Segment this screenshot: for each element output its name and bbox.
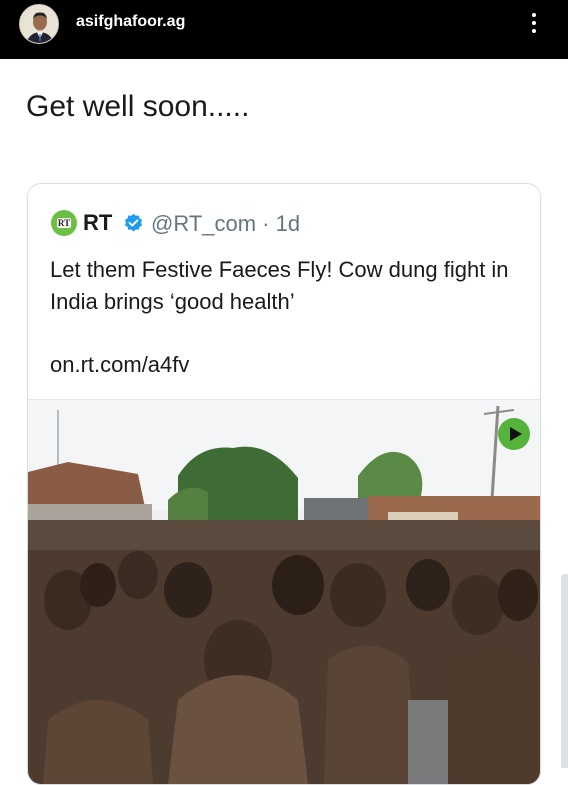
tweet-author-name[interactable]: RT (83, 210, 112, 236)
tweet-video-thumbnail[interactable] (28, 400, 540, 784)
tweet-text: Let them Festive Faeces Fly! Cow dung fi… (50, 257, 509, 314)
embedded-tweet-card[interactable]: RT RT @RT_com · 1d Let them Festive Faec… (27, 183, 541, 785)
post-username[interactable]: asifghafoor.ag (76, 13, 185, 31)
tweet-handle-time[interactable]: @RT_com · 1d (151, 211, 300, 237)
more-vertical-icon[interactable] (526, 10, 542, 38)
rt-logo-icon[interactable]: RT (51, 210, 77, 236)
play-icon[interactable] (498, 418, 530, 450)
post-caption: Get well soon..... (26, 90, 250, 123)
post-header: asifghafoor.ag (0, 0, 568, 59)
scrollbar[interactable] (561, 574, 568, 768)
verified-badge-icon (124, 213, 143, 232)
tweet-link[interactable]: on.rt.com/a4fv (50, 352, 189, 378)
rt-logo-text: RT (56, 218, 72, 228)
profile-avatar[interactable] (19, 4, 59, 44)
